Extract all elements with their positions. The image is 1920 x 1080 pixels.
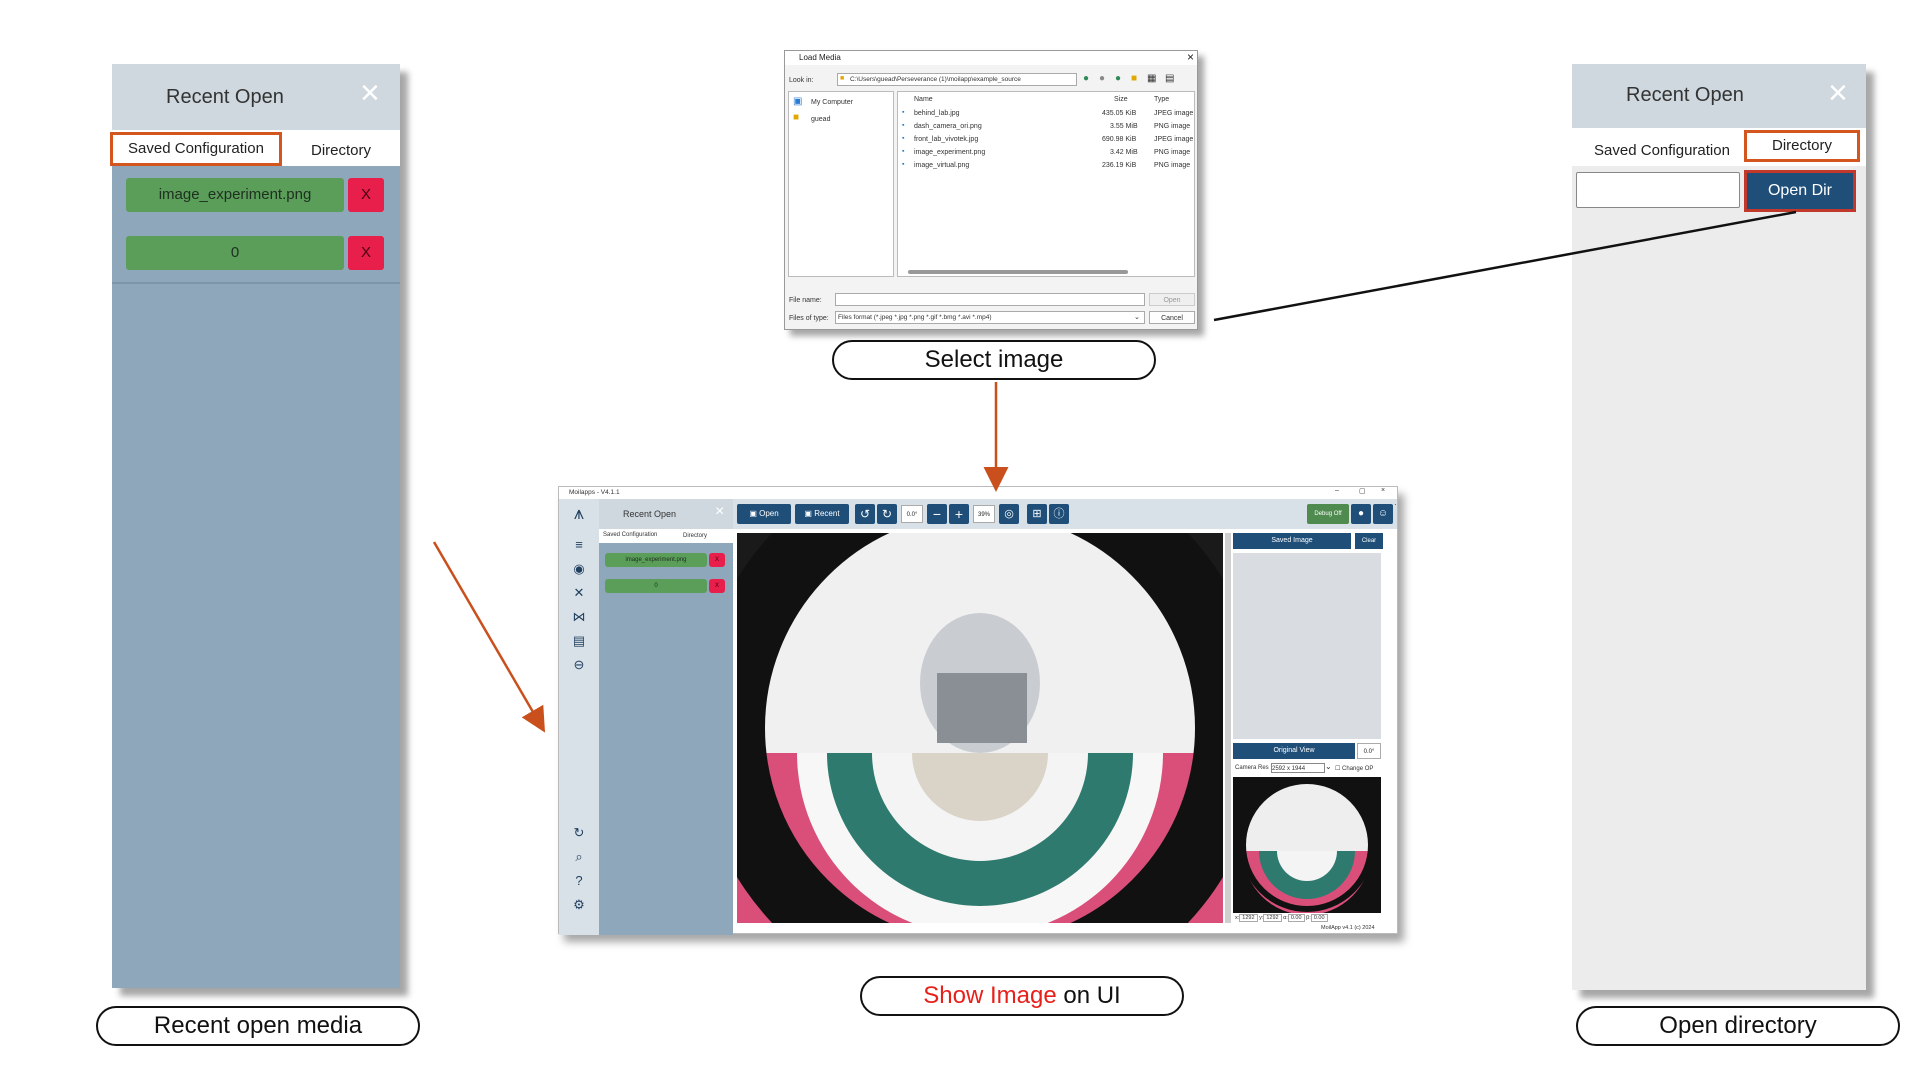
connector-arrows: [432, 210, 1797, 733]
arrow-recent-to-app: [432, 541, 546, 733]
line-opendir-to-dialog: [1213, 210, 1797, 322]
